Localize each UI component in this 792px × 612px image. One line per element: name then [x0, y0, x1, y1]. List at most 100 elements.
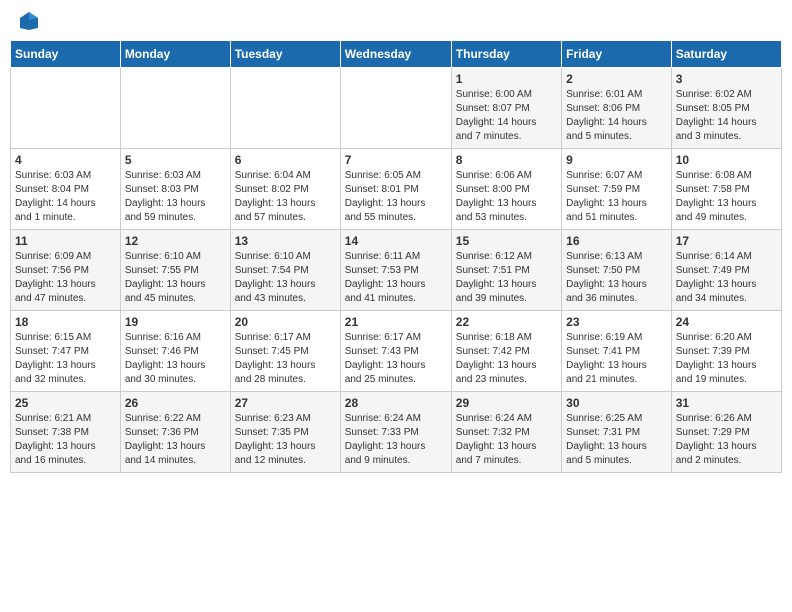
day-cell: 27 Sunrise: 6:23 AM Sunset: 7:35 PM Dayli…: [230, 392, 340, 473]
day-cell: 3 Sunrise: 6:02 AM Sunset: 8:05 PM Daylig…: [671, 68, 781, 149]
day-cell: 25 Sunrise: 6:21 AM Sunset: 7:38 PM Dayli…: [11, 392, 121, 473]
day-info: Sunrise: 6:09 AM Sunset: 7:56 PM Dayligh…: [15, 250, 116, 306]
weekday-thursday: Thursday: [451, 41, 561, 68]
day-number: 19: [125, 315, 226, 329]
day-info: Sunrise: 6:26 AM Sunset: 7:29 PM Dayligh…: [676, 412, 777, 468]
day-cell: [340, 68, 451, 149]
weekday-wednesday: Wednesday: [340, 41, 451, 68]
day-cell: 11 Sunrise: 6:09 AM Sunset: 7:56 PM Dayli…: [11, 230, 121, 311]
day-number: 3: [676, 72, 777, 86]
day-cell: 16 Sunrise: 6:13 AM Sunset: 7:50 PM Dayli…: [562, 230, 672, 311]
day-info: Sunrise: 6:21 AM Sunset: 7:38 PM Dayligh…: [15, 412, 116, 468]
day-info: Sunrise: 6:13 AM Sunset: 7:50 PM Dayligh…: [566, 250, 667, 306]
day-cell: 14 Sunrise: 6:11 AM Sunset: 7:53 PM Dayli…: [340, 230, 451, 311]
day-number: 13: [235, 234, 336, 248]
day-cell: 2 Sunrise: 6:01 AM Sunset: 8:06 PM Daylig…: [562, 68, 672, 149]
day-cell: 22 Sunrise: 6:18 AM Sunset: 7:42 PM Dayli…: [451, 311, 561, 392]
day-info: Sunrise: 6:10 AM Sunset: 7:55 PM Dayligh…: [125, 250, 226, 306]
day-info: Sunrise: 6:15 AM Sunset: 7:47 PM Dayligh…: [15, 331, 116, 387]
week-row-1: 4 Sunrise: 6:03 AM Sunset: 8:04 PM Daylig…: [11, 149, 782, 230]
week-row-4: 25 Sunrise: 6:21 AM Sunset: 7:38 PM Dayli…: [11, 392, 782, 473]
day-info: Sunrise: 6:20 AM Sunset: 7:39 PM Dayligh…: [676, 331, 777, 387]
day-cell: 5Sunrise: 6:03 AM Sunset: 8:03 PM Daylig…: [120, 149, 230, 230]
day-info: Sunrise: 6:08 AM Sunset: 7:58 PM Dayligh…: [676, 169, 777, 225]
calendar-body: 1 Sunrise: 6:00 AM Sunset: 8:07 PM Daylig…: [11, 68, 782, 473]
day-number: 24: [676, 315, 777, 329]
day-info: Sunrise: 6:03 AM Sunset: 8:04 PM Dayligh…: [15, 169, 116, 225]
day-number: 27: [235, 396, 336, 410]
day-info: Sunrise: 6:17 AM Sunset: 7:45 PM Dayligh…: [235, 331, 336, 387]
day-info: Sunrise: 6:24 AM Sunset: 7:33 PM Dayligh…: [345, 412, 447, 468]
weekday-friday: Friday: [562, 41, 672, 68]
day-number: 21: [345, 315, 447, 329]
day-number: 30: [566, 396, 667, 410]
day-cell: 19 Sunrise: 6:16 AM Sunset: 7:46 PM Dayli…: [120, 311, 230, 392]
day-info: Sunrise: 6:01 AM Sunset: 8:06 PM Dayligh…: [566, 88, 667, 144]
day-number: 18: [15, 315, 116, 329]
day-number: 5: [125, 153, 226, 167]
day-cell: [230, 68, 340, 149]
day-info: Sunrise: 6:17 AM Sunset: 7:43 PM Dayligh…: [345, 331, 447, 387]
day-number: 12: [125, 234, 226, 248]
day-cell: 9Sunrise: 6:07 AM Sunset: 7:59 PM Daylig…: [562, 149, 672, 230]
day-info: Sunrise: 6:23 AM Sunset: 7:35 PM Dayligh…: [235, 412, 336, 468]
day-cell: 28 Sunrise: 6:24 AM Sunset: 7:33 PM Dayli…: [340, 392, 451, 473]
day-number: 25: [15, 396, 116, 410]
day-number: 29: [456, 396, 557, 410]
day-number: 1: [456, 72, 557, 86]
day-number: 15: [456, 234, 557, 248]
day-info: Sunrise: 6:12 AM Sunset: 7:51 PM Dayligh…: [456, 250, 557, 306]
day-info: Sunrise: 6:25 AM Sunset: 7:31 PM Dayligh…: [566, 412, 667, 468]
day-number: 28: [345, 396, 447, 410]
day-info: Sunrise: 6:18 AM Sunset: 7:42 PM Dayligh…: [456, 331, 557, 387]
day-info: Sunrise: 6:06 AM Sunset: 8:00 PM Dayligh…: [456, 169, 557, 225]
day-cell: 30 Sunrise: 6:25 AM Sunset: 7:31 PM Dayli…: [562, 392, 672, 473]
day-info: Sunrise: 6:11 AM Sunset: 7:53 PM Dayligh…: [345, 250, 447, 306]
day-info: Sunrise: 6:16 AM Sunset: 7:46 PM Dayligh…: [125, 331, 226, 387]
day-cell: 23 Sunrise: 6:19 AM Sunset: 7:41 PM Dayli…: [562, 311, 672, 392]
day-info: Sunrise: 6:22 AM Sunset: 7:36 PM Dayligh…: [125, 412, 226, 468]
day-number: 2: [566, 72, 667, 86]
day-cell: 7Sunrise: 6:05 AM Sunset: 8:01 PM Daylig…: [340, 149, 451, 230]
week-row-3: 18 Sunrise: 6:15 AM Sunset: 7:47 PM Dayli…: [11, 311, 782, 392]
day-cell: 17Sunrise: 6:14 AM Sunset: 7:49 PM Dayli…: [671, 230, 781, 311]
day-cell: 18 Sunrise: 6:15 AM Sunset: 7:47 PM Dayli…: [11, 311, 121, 392]
day-number: 20: [235, 315, 336, 329]
week-row-0: 1 Sunrise: 6:00 AM Sunset: 8:07 PM Daylig…: [11, 68, 782, 149]
day-info: Sunrise: 6:19 AM Sunset: 7:41 PM Dayligh…: [566, 331, 667, 387]
day-cell: [11, 68, 121, 149]
day-cell: 13Sunrise: 6:10 AM Sunset: 7:54 PM Dayli…: [230, 230, 340, 311]
day-info: Sunrise: 6:02 AM Sunset: 8:05 PM Dayligh…: [676, 88, 777, 144]
day-info: Sunrise: 6:24 AM Sunset: 7:32 PM Dayligh…: [456, 412, 557, 468]
weekday-tuesday: Tuesday: [230, 41, 340, 68]
logo: [14, 10, 42, 32]
day-cell: 20 Sunrise: 6:17 AM Sunset: 7:45 PM Dayli…: [230, 311, 340, 392]
day-cell: 10 Sunrise: 6:08 AM Sunset: 7:58 PM Dayli…: [671, 149, 781, 230]
day-number: 17: [676, 234, 777, 248]
day-cell: 8Sunrise: 6:06 AM Sunset: 8:00 PM Daylig…: [451, 149, 561, 230]
day-number: 14: [345, 234, 447, 248]
day-cell: [120, 68, 230, 149]
weekday-header-row: SundayMondayTuesdayWednesdayThursdayFrid…: [11, 41, 782, 68]
day-cell: 24 Sunrise: 6:20 AM Sunset: 7:39 PM Dayli…: [671, 311, 781, 392]
day-info: Sunrise: 6:04 AM Sunset: 8:02 PM Dayligh…: [235, 169, 336, 225]
day-cell: 15 Sunrise: 6:12 AM Sunset: 7:51 PM Dayli…: [451, 230, 561, 311]
day-number: 11: [15, 234, 116, 248]
weekday-monday: Monday: [120, 41, 230, 68]
day-info: Sunrise: 6:07 AM Sunset: 7:59 PM Dayligh…: [566, 169, 667, 225]
day-cell: 4 Sunrise: 6:03 AM Sunset: 8:04 PM Daylig…: [11, 149, 121, 230]
day-number: 23: [566, 315, 667, 329]
calendar-table: SundayMondayTuesdayWednesdayThursdayFrid…: [10, 40, 782, 473]
calendar-header: SundayMondayTuesdayWednesdayThursdayFrid…: [11, 41, 782, 68]
day-number: 4: [15, 153, 116, 167]
day-number: 16: [566, 234, 667, 248]
day-number: 26: [125, 396, 226, 410]
day-cell: 6 Sunrise: 6:04 AM Sunset: 8:02 PM Daylig…: [230, 149, 340, 230]
day-number: 10: [676, 153, 777, 167]
day-number: 31: [676, 396, 777, 410]
day-info: Sunrise: 6:00 AM Sunset: 8:07 PM Dayligh…: [456, 88, 557, 144]
weekday-sunday: Sunday: [11, 41, 121, 68]
day-number: 6: [235, 153, 336, 167]
day-cell: 31 Sunrise: 6:26 AM Sunset: 7:29 PM Dayli…: [671, 392, 781, 473]
day-number: 22: [456, 315, 557, 329]
